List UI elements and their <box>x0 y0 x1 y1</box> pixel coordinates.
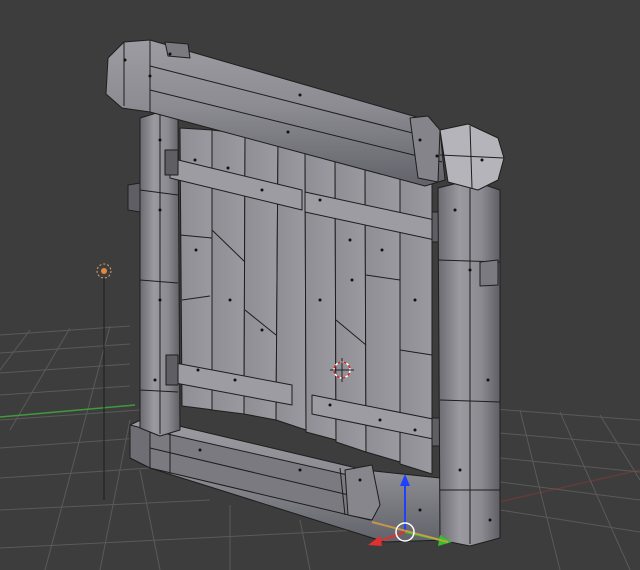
lamp-icon[interactable] <box>96 263 112 500</box>
3d-viewport[interactable] <box>0 0 640 570</box>
viewport-canvas[interactable] <box>0 0 640 570</box>
door-frame-mesh[interactable] <box>105 39 505 547</box>
right-post <box>437 179 501 547</box>
